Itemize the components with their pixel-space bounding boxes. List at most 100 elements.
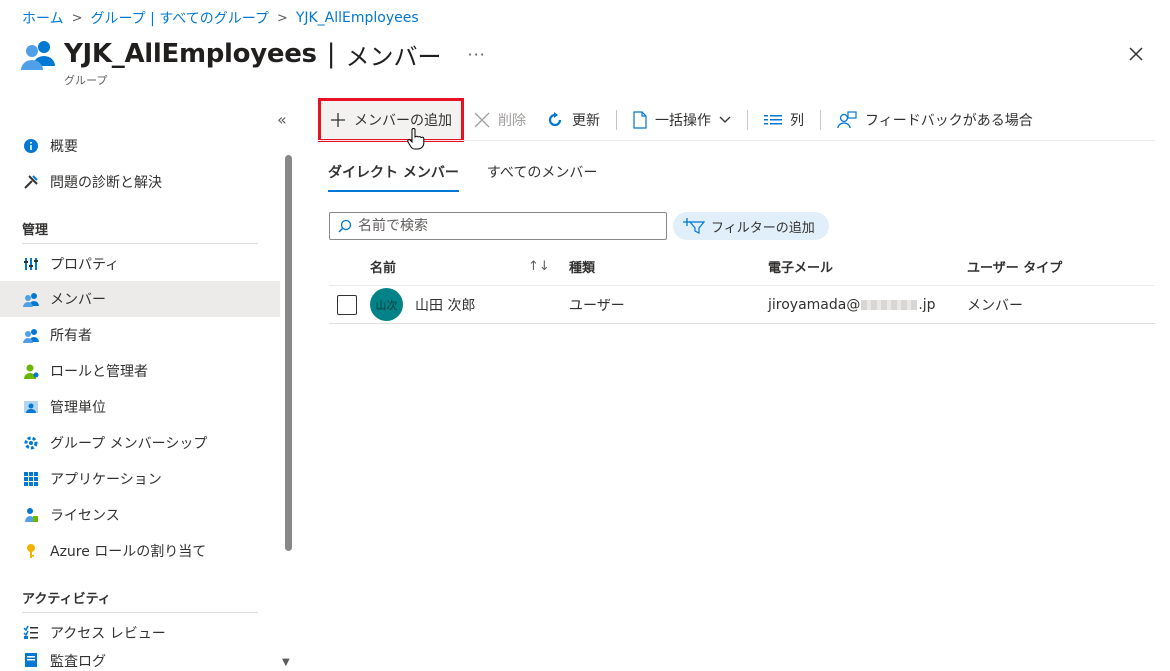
add-member-button[interactable]: メンバーの追加 xyxy=(318,98,464,142)
sidebar-item-audit-logs[interactable]: 監査ログ xyxy=(0,651,280,671)
column-header-email[interactable]: 電子メール xyxy=(768,257,833,276)
tab-direct-members[interactable]: ダイレクト メンバー xyxy=(328,162,459,192)
delete-button[interactable]: 削除 xyxy=(464,102,536,138)
page-header: YJK_AllEmployees | メンバー ··· xyxy=(20,36,486,72)
column-header-user-type[interactable]: ユーザー タイプ xyxy=(967,257,1062,276)
hand-cursor-icon xyxy=(407,128,425,150)
member-email: jiroyamada@ .jp xyxy=(768,297,936,313)
applications-icon xyxy=(22,470,40,488)
member-tabs: ダイレクト メンバー すべてのメンバー xyxy=(328,162,597,192)
page-type-label: グループ xyxy=(64,74,108,87)
divider xyxy=(747,110,748,130)
page-section-name: メンバー xyxy=(345,42,442,71)
breadcrumb-home[interactable]: ホーム xyxy=(22,8,64,28)
member-user-type: メンバー xyxy=(967,297,1023,314)
divider xyxy=(22,612,258,613)
column-header-name[interactable]: 名前 xyxy=(370,257,396,276)
sidebar-item-owners[interactable]: 所有者 xyxy=(0,317,280,353)
admin-units-icon xyxy=(22,398,40,416)
sidebar-item-label: 概要 xyxy=(50,139,78,155)
add-member-label: メンバーの追加 xyxy=(354,113,452,129)
group-icon xyxy=(21,41,55,70)
command-bar: メンバーの追加 削除 更新 一括操作 列 フィードバックがある場合 xyxy=(318,98,1043,142)
refresh-icon xyxy=(546,111,564,129)
breadcrumb-current[interactable]: YJK_AllEmployees xyxy=(296,10,419,26)
sidebar-item-access-reviews[interactable]: アクセス レビュー xyxy=(0,615,280,651)
feedback-label: フィードバックがある場合 xyxy=(865,113,1033,129)
search-icon xyxy=(338,219,352,233)
breadcrumb: ホーム > グループ | すべてのグループ > YJK_AllEmployees xyxy=(22,8,419,28)
feedback-icon xyxy=(837,111,857,129)
properties-icon xyxy=(22,255,40,273)
sidebar-section-activity: アクティビティ xyxy=(22,592,111,607)
sidebar-section-manage: 管理 xyxy=(22,223,49,238)
search-input[interactable] xyxy=(358,218,658,234)
sidebar-item-label: ロールと管理者 xyxy=(50,364,148,380)
access-review-icon xyxy=(22,624,40,642)
sidebar-item-label: グループ メンバーシップ xyxy=(50,436,208,452)
avatar: 山次 xyxy=(370,288,403,321)
sidebar: « 概要 問題の診断と解決 管理 プロパティ メンバー 所有者 ロールと管理者 … xyxy=(0,100,298,671)
member-type: ユーザー xyxy=(569,297,625,314)
sort-icon[interactable]: ↑↓ xyxy=(528,259,550,274)
sidebar-item-label: ライセンス xyxy=(50,508,120,524)
table-row[interactable]: 山次 山田 次郎 ユーザー jiroyamada@ .jp メンバー xyxy=(329,286,1155,324)
owners-icon xyxy=(22,326,40,344)
close-icon[interactable] xyxy=(1126,44,1146,64)
add-filter-label: フィルターの追加 xyxy=(711,220,815,236)
members-icon xyxy=(22,290,40,308)
sidebar-item-diagnose[interactable]: 問題の診断と解決 xyxy=(0,164,280,200)
add-filter-button[interactable]: フィルターの追加 xyxy=(673,212,829,240)
sidebar-item-label: 所有者 xyxy=(50,328,92,344)
refresh-button[interactable]: 更新 xyxy=(536,102,610,138)
sidebar-item-roles[interactable]: ロールと管理者 xyxy=(0,353,280,389)
bulk-operations-label: 一括操作 xyxy=(655,113,711,129)
sidebar-scrollbar-thumb[interactable] xyxy=(285,155,292,551)
sidebar-item-label: 管理単位 xyxy=(50,400,106,416)
add-filter-icon xyxy=(683,218,705,234)
member-email-user: jiroyamada@ xyxy=(768,296,861,313)
breadcrumb-groups[interactable]: グループ | すべてのグループ xyxy=(91,8,269,28)
sidebar-item-properties[interactable]: プロパティ xyxy=(0,246,280,282)
wrench-icon xyxy=(22,173,40,191)
sidebar-item-group-membership[interactable]: グループ メンバーシップ xyxy=(0,425,280,461)
collapse-sidebar-button[interactable]: « xyxy=(277,110,287,129)
member-email-tld: .jp xyxy=(918,296,936,313)
chevron-right-icon: > xyxy=(276,10,288,26)
delete-label: 削除 xyxy=(498,113,526,129)
redacted-mask xyxy=(861,299,918,310)
document-icon xyxy=(633,111,647,129)
feedback-button[interactable]: フィードバックがある場合 xyxy=(827,102,1043,138)
licenses-icon xyxy=(22,506,40,524)
column-header-type[interactable]: 種類 xyxy=(569,257,595,276)
sidebar-item-label: 問題の診断と解決 xyxy=(50,175,162,191)
table-header-row: 名前 ↑↓ 種類 電子メール ユーザー タイプ xyxy=(329,248,1155,286)
chevron-down-icon xyxy=(719,116,731,124)
sidebar-item-label: アプリケーション xyxy=(50,472,162,488)
sidebar-item-admin-units[interactable]: 管理単位 xyxy=(0,389,280,425)
members-table: 名前 ↑↓ 種類 電子メール ユーザー タイプ 山次 山田 次郎 ユーザー ji… xyxy=(329,248,1155,324)
search-box[interactable] xyxy=(329,212,667,240)
sidebar-item-label: プロパティ xyxy=(50,257,120,273)
row-checkbox[interactable] xyxy=(337,294,357,315)
audit-log-icon xyxy=(22,651,40,669)
divider xyxy=(820,110,821,130)
columns-button[interactable]: 列 xyxy=(754,102,814,138)
sidebar-item-azure-roles[interactable]: Azure ロールの割り当て xyxy=(0,533,280,569)
more-options-button[interactable]: ··· xyxy=(468,45,486,64)
scroll-down-arrow-icon[interactable]: ▼ xyxy=(282,657,290,668)
chevron-right-icon: > xyxy=(71,10,83,26)
tab-all-members[interactable]: すべてのメンバー xyxy=(487,162,597,192)
bulk-operations-button[interactable]: 一括操作 xyxy=(623,102,741,138)
divider xyxy=(616,110,617,130)
refresh-label: 更新 xyxy=(572,113,600,129)
sidebar-item-label: Azure ロールの割り当て xyxy=(50,544,207,560)
divider xyxy=(318,140,1155,141)
member-name[interactable]: 山田 次郎 xyxy=(415,295,475,315)
sidebar-item-overview[interactable]: 概要 xyxy=(0,128,280,164)
sidebar-item-members[interactable]: メンバー xyxy=(0,281,280,317)
sidebar-item-licenses[interactable]: ライセンス xyxy=(0,497,280,533)
sidebar-item-applications[interactable]: アプリケーション xyxy=(0,461,280,497)
columns-label: 列 xyxy=(790,113,804,129)
page-title: YJK_AllEmployees xyxy=(64,39,317,69)
